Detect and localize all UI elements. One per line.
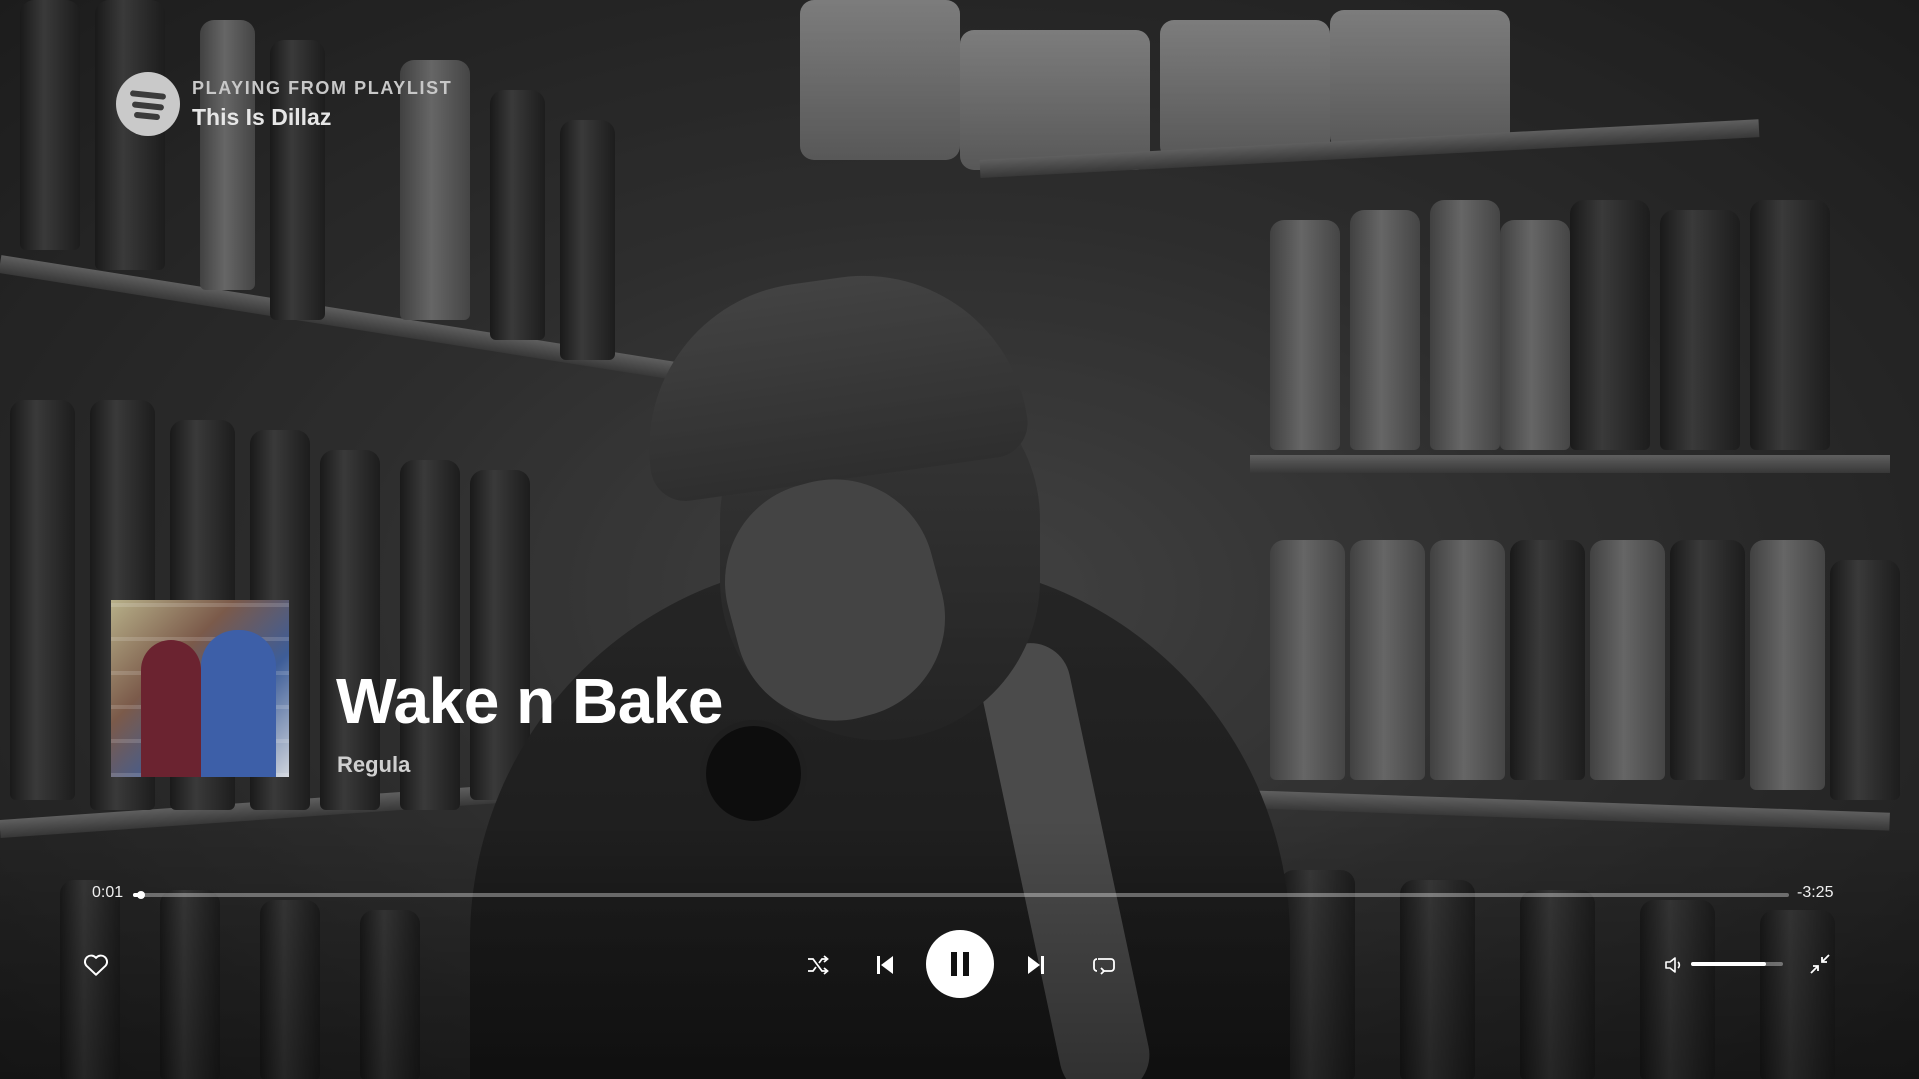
like-button[interactable]: [80, 950, 112, 980]
spotify-logo-icon[interactable]: [116, 72, 180, 136]
skip-previous-icon: [877, 956, 893, 974]
next-button[interactable]: [1021, 950, 1051, 980]
repeat-icon: [1093, 958, 1115, 975]
volume-icon: [1665, 957, 1681, 973]
context-info: PLAYING FROM PLAYLIST This Is Dillaz: [192, 78, 452, 131]
skip-next-icon: [1028, 956, 1044, 974]
volume-fill: [1691, 962, 1767, 966]
shuffle-icon: [808, 955, 829, 975]
exit-fullscreen-button[interactable]: [1806, 950, 1834, 978]
playlist-name-link[interactable]: This Is Dillaz: [192, 104, 452, 131]
album-cover: [111, 600, 289, 777]
remaining-time: -3:25: [1797, 884, 1834, 901]
context-label: PLAYING FROM PLAYLIST: [192, 77, 453, 98]
volume-button[interactable]: [1660, 952, 1688, 978]
previous-button[interactable]: [870, 950, 900, 980]
volume-slider[interactable]: [1691, 962, 1783, 966]
pause-button[interactable]: [926, 930, 994, 998]
track-title: Wake n Bake: [336, 665, 723, 737]
playing-context: PLAYING FROM PLAYLIST This Is Dillaz: [116, 72, 452, 136]
background-artwork: [0, 0, 1919, 1079]
elapsed-time: 0:01: [92, 884, 124, 901]
artist-link[interactable]: Regula: [337, 752, 410, 778]
progress-bar[interactable]: [133, 891, 1789, 899]
shuffle-button[interactable]: [802, 950, 834, 980]
repeat-button[interactable]: [1088, 950, 1120, 980]
collapse-icon: [1810, 954, 1830, 974]
pause-icon: [951, 952, 969, 976]
heart-icon: [83, 954, 109, 976]
